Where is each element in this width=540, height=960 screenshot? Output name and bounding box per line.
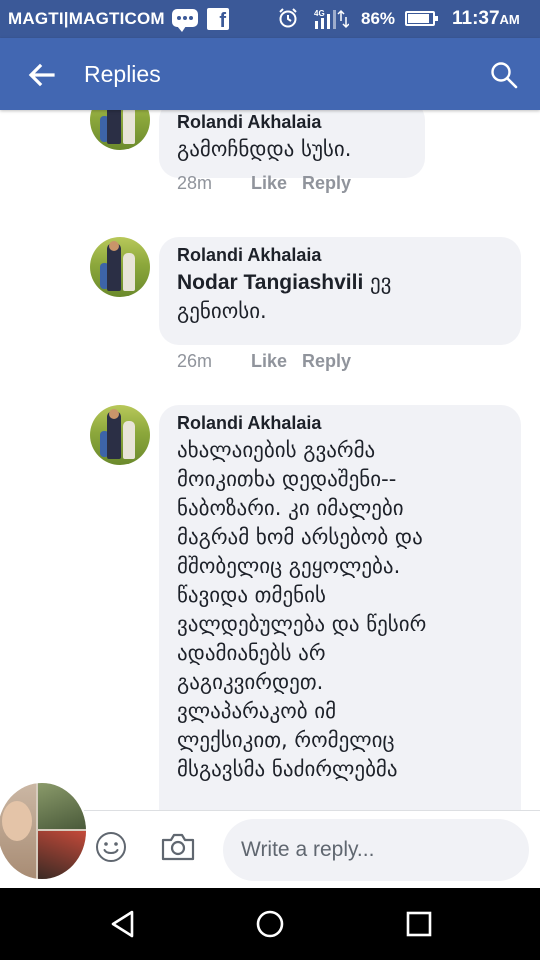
reply-button[interactable]: Reply [302, 351, 351, 372]
comment-text: გამოჩნდდა სუსი. [177, 137, 352, 161]
app-bar: Replies [0, 38, 540, 110]
reply-composer [0, 781, 540, 888]
comment-time[interactable]: 26m [177, 351, 232, 372]
avatar[interactable] [90, 110, 150, 150]
battery-icon [405, 11, 438, 26]
comment-bubble[interactable]: Rolandi Akhalaia Nodar Tangiashvili ევ გ… [159, 237, 521, 345]
battery-percent: 86% [361, 9, 396, 28]
network-type: 4G [314, 9, 325, 18]
comment-item: Rolandi Akhalaia Nodar Tangiashvili ევ გ… [0, 236, 540, 386]
avatar[interactable] [90, 237, 150, 297]
smiley-icon[interactable] [95, 831, 127, 863]
replies-list[interactable]: Rolandi Akhalaia გამოჩნდდა სუსი. 28m Like… [0, 110, 540, 810]
avatar[interactable] [90, 405, 150, 465]
signal-icon: 4G [314, 9, 349, 29]
search-icon[interactable] [489, 60, 519, 90]
navigation-bar [0, 888, 540, 960]
alarm-icon [279, 8, 297, 28]
comment-author[interactable]: Rolandi Akhalaia [177, 244, 503, 266]
reply-input[interactable] [223, 819, 529, 881]
comment-author[interactable]: Rolandi Akhalaia [177, 412, 503, 434]
home-circle-icon[interactable] [254, 908, 286, 940]
battery-fill [408, 14, 429, 23]
comment-item: Rolandi Akhalaia გამოჩნდდა სუსი. 28m Like… [0, 110, 540, 210]
facebook-icon: f [207, 8, 229, 30]
clock-ampm: AM [499, 12, 520, 27]
back-triangle-icon[interactable] [107, 908, 139, 940]
profile-avatar[interactable] [0, 781, 88, 881]
comment-meta: 26m Like Reply [177, 351, 351, 372]
status-bar: MAGTI|MAGTICOM f 4G 86% 11:37AM [0, 0, 540, 38]
like-button[interactable]: Like [251, 351, 302, 372]
arrow-left-icon[interactable] [26, 60, 56, 90]
comment-bubble[interactable]: Rolandi Akhalaia ახალაიების გვარმა მოიკი… [159, 405, 521, 810]
clock: 11:37AM [452, 8, 520, 30]
mention-link[interactable]: Nodar Tangiashvili [177, 271, 363, 294]
page-title: Replies [84, 61, 161, 87]
camera-icon[interactable] [160, 832, 196, 862]
recents-square-icon[interactable] [403, 908, 435, 940]
comment-meta: 28m Like Reply [177, 173, 351, 194]
comment-bubble[interactable]: Rolandi Akhalaia გამოჩნდდა სუსი. [159, 110, 425, 178]
comment-text: Nodar Tangiashvili ევ გენიოსი. [177, 268, 503, 326]
comment-item: Rolandi Akhalaia ახალაიების გვარმა მოიკი… [0, 404, 540, 810]
comment-time[interactable]: 28m [177, 173, 232, 194]
reply-button[interactable]: Reply [302, 173, 351, 194]
clock-time: 11:37 [452, 8, 500, 29]
carrier-name: MAGTI|MAGTICOM [8, 9, 165, 28]
comment-author[interactable]: Rolandi Akhalaia [177, 111, 407, 133]
comment-text: ახალაიების გვარმა მოიკითხა დედაშენი-- ნა… [177, 438, 427, 781]
messenger-icon [172, 9, 198, 32]
like-button[interactable]: Like [251, 173, 302, 194]
